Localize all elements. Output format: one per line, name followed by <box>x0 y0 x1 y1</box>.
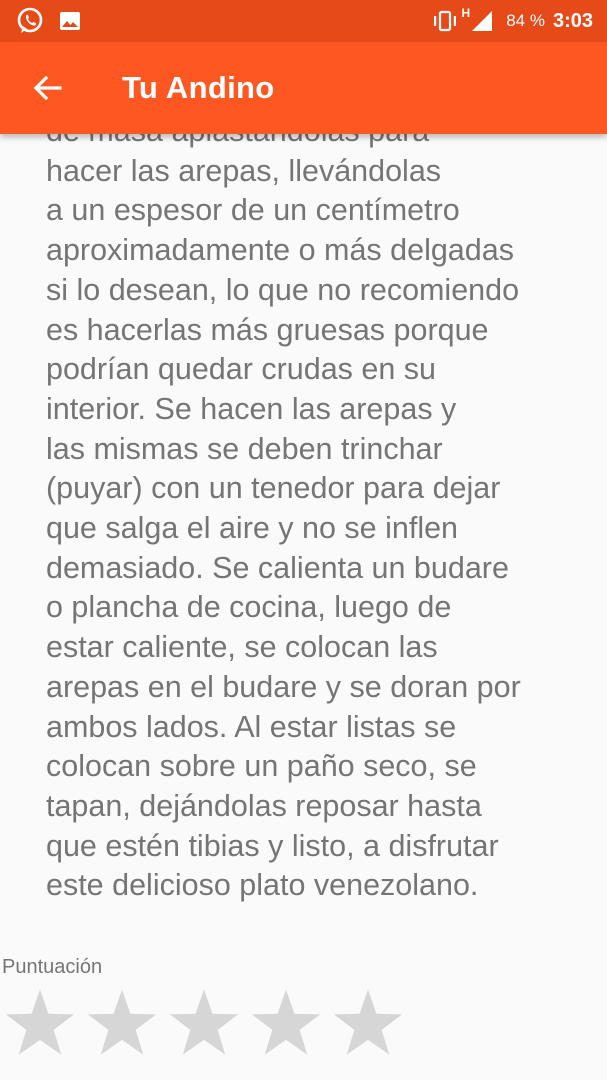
image-icon <box>60 12 80 30</box>
rating-bar[interactable] <box>4 988 404 1060</box>
arrow-left-icon <box>33 75 62 101</box>
notification-icons <box>16 7 82 35</box>
signal-icon <box>472 11 493 31</box>
star-icon[interactable] <box>4 988 76 1060</box>
star-icon[interactable] <box>250 988 322 1060</box>
rating-label: Puntuación <box>2 956 103 978</box>
battery-level: 84 % <box>506 11 545 30</box>
star-icon[interactable] <box>332 988 404 1060</box>
app-title: Tu Andino <box>122 70 275 105</box>
recipe-content[interactable]: de masa aplastándolas para hacer las are… <box>0 134 607 1080</box>
back-button[interactable] <box>30 70 66 106</box>
recipe-instructions: de masa aplastándolas para hacer las are… <box>46 134 521 903</box>
vibrate-icon <box>433 10 456 32</box>
whatsapp-icon <box>17 7 43 33</box>
clock: 3:03 <box>552 9 593 32</box>
star-icon[interactable] <box>86 988 158 1060</box>
status-bar: H 84 % 3:03 <box>0 0 607 42</box>
system-icons: H 84 % 3:03 <box>432 6 593 36</box>
network-type: H <box>461 6 471 20</box>
star-icon[interactable] <box>168 988 240 1060</box>
app-bar: Tu Andino <box>0 42 607 134</box>
